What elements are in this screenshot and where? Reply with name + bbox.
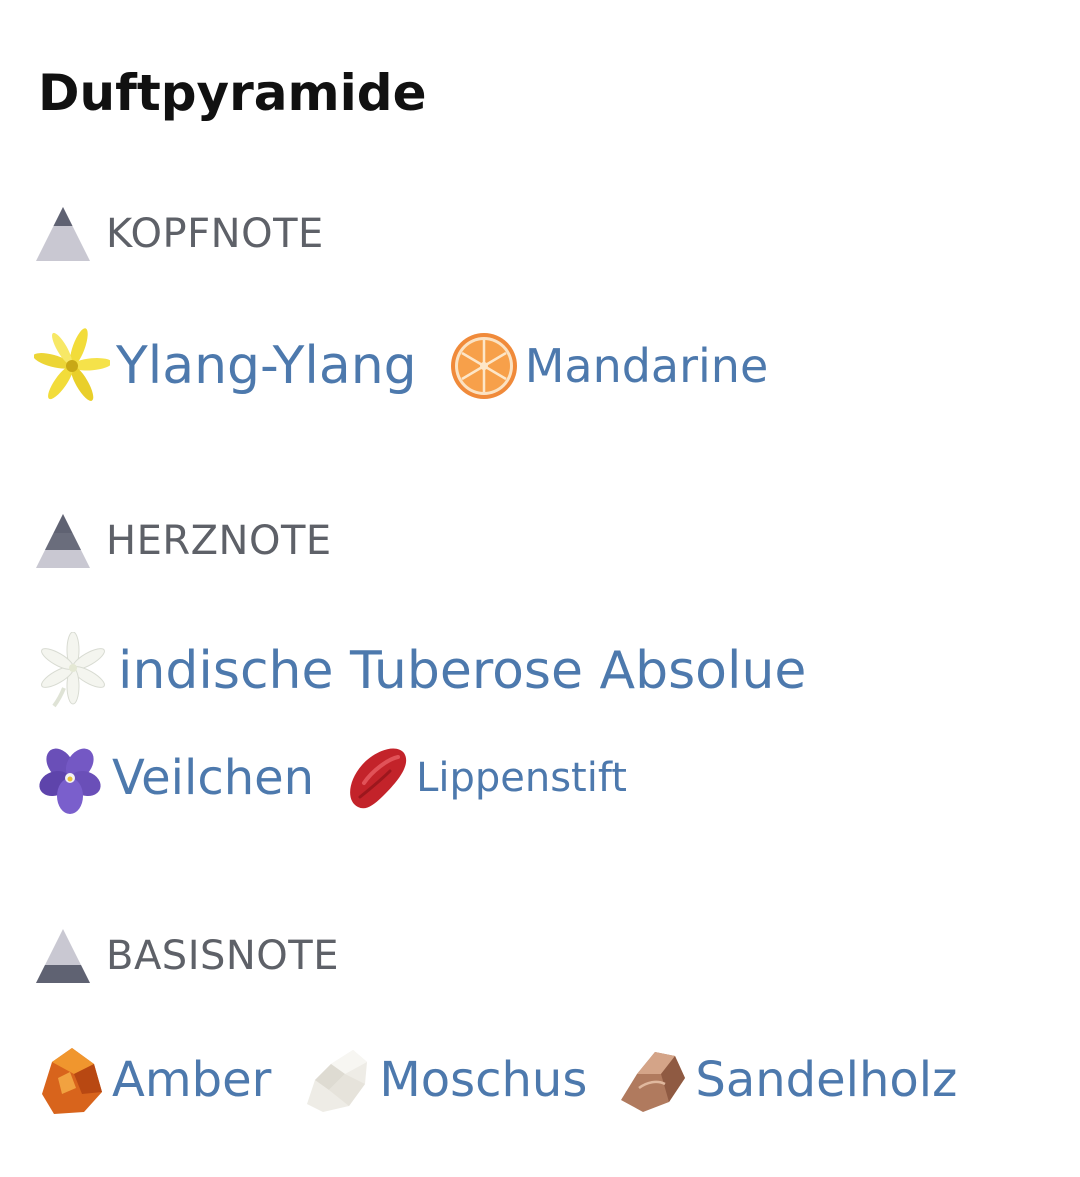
amber-stone-icon [42, 1048, 102, 1114]
pyramid-middle-icon [36, 514, 90, 568]
note-indische-tuberose-absolue[interactable]: indische Tuberose Absolue [34, 632, 806, 710]
note-label: indische Tuberose Absolue [118, 641, 807, 701]
note-label: Veilchen [112, 750, 315, 806]
section-label: BASISNOTE [106, 933, 339, 979]
note-label: Lippenstift [416, 755, 627, 801]
note-amber[interactable]: Amber [34, 1044, 271, 1116]
note-label: Sandelholz [695, 1052, 958, 1108]
mandarin-slice-icon [450, 333, 517, 399]
tuberose-flower-icon [41, 632, 105, 708]
section-label: KOPFNOTE [106, 211, 324, 257]
note-row-herznote-2: Veilchen Lippenstift [34, 742, 627, 814]
violet-flower-icon [39, 748, 101, 814]
pyramid-top-icon [36, 207, 90, 261]
note-veilchen[interactable]: Veilchen [34, 742, 314, 814]
page-title: Duftpyramide [38, 64, 427, 122]
note-sandelholz[interactable]: Sandelholz [617, 1044, 957, 1116]
sandalwood-piece-icon [621, 1052, 686, 1112]
note-moschus[interactable]: Moschus [301, 1044, 587, 1116]
note-lippenstift[interactable]: Lippenstift [344, 743, 627, 813]
note-row-herznote-1: indische Tuberose Absolue [34, 632, 806, 710]
note-mandarine[interactable]: Mandarine [449, 331, 769, 401]
note-label: Amber [112, 1052, 272, 1108]
musk-crystal-icon [307, 1050, 368, 1112]
note-label: Ylang-Ylang [116, 336, 417, 396]
note-ylang-ylang[interactable]: Ylang-Ylang [34, 328, 417, 404]
lipstick-smear-icon [350, 748, 407, 809]
note-label: Moschus [379, 1052, 588, 1108]
ylang-ylang-flower-icon [34, 328, 110, 401]
section-header-herznote: HERZNOTE [36, 513, 332, 569]
note-row-basisnote: Amber Moschus Sandelholz [34, 1044, 957, 1116]
section-label: HERZNOTE [106, 518, 332, 564]
section-header-kopfnote: KOPFNOTE [36, 206, 324, 262]
note-label: Mandarine [524, 339, 769, 393]
note-row-kopfnote: Ylang-Ylang Mandarine [34, 328, 768, 404]
section-header-basisnote: BASISNOTE [36, 928, 339, 984]
pyramid-base-icon [36, 929, 90, 983]
